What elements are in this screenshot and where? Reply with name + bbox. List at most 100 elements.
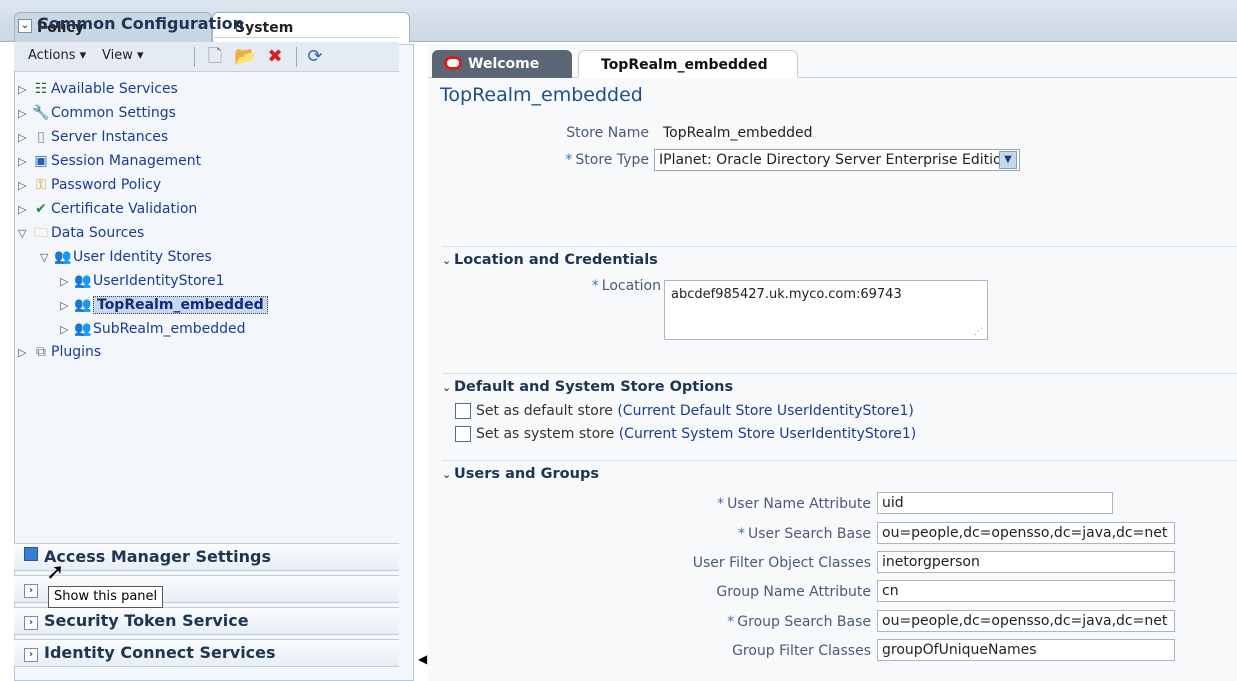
required-marker: * [717, 496, 725, 512]
identity-connect-services-panel[interactable]: › Identity Connect Services [14, 639, 399, 667]
expand-icon[interactable]: ▷ [60, 295, 74, 317]
panel-title: Access Manager Settings [44, 547, 272, 566]
security-token-service-panel[interactable]: › Security Token Service [14, 607, 399, 635]
delete-icon[interactable]: ✖ [264, 46, 286, 68]
chevron-right-icon [24, 547, 38, 561]
store-type-select[interactable]: IPlanet: Oracle Directory Server Enterpr… [654, 149, 1020, 171]
expand-icon[interactable]: ▷ [60, 319, 74, 341]
tree-item-user-identity-stores[interactable]: ▽ 👥User Identity Stores [40, 246, 212, 268]
label-text: Group Search Base [737, 614, 871, 630]
certificate-icon: ✔ [35, 201, 47, 217]
option-note: (Current System Store UserIdentityStore1… [618, 426, 917, 442]
server-icon: ▯ [37, 129, 45, 145]
user-name-attribute-input[interactable]: uid [877, 492, 1113, 514]
collapse-icon[interactable]: ▽ [18, 223, 32, 245]
group-name-attribute-input[interactable]: cn [877, 580, 1175, 602]
option-label: Set as default store [476, 403, 613, 419]
default-store-checkbox[interactable] [455, 403, 471, 419]
content-tabs: Welcome TopRealm_embedded [428, 48, 1237, 78]
section-title: Users and Groups [454, 466, 599, 482]
splitter-collapse-icon[interactable]: ◀ [418, 652, 427, 666]
tree-item-data-sources[interactable]: ▽ 🗀 Data Sources [18, 222, 144, 244]
tree-item-certificate-validation[interactable]: ▷ ✔ Certificate Validation [18, 198, 197, 220]
tree-item-label: Common Settings [51, 105, 176, 121]
label-text: User Search Base [748, 526, 871, 542]
group-filter-classes-input[interactable]: groupOfUniqueNames [877, 639, 1175, 661]
collapse-icon[interactable]: ▽ [40, 247, 54, 269]
location-label: * Location [592, 278, 661, 294]
tree-item-password-policy[interactable]: ▷ ⚿ Password Policy [18, 174, 161, 196]
expand-icon[interactable]: ▷ [18, 342, 32, 364]
users-groups-section[interactable]: ⌄ Users and Groups [442, 460, 1237, 484]
tree-item-subrealm-embedded[interactable]: ▷ 👥SubRealm_embedded [60, 318, 246, 340]
tree-item-available-services[interactable]: ▷ ☷ Available Services [18, 78, 178, 100]
new-icon[interactable]: 🗋 [204, 46, 226, 68]
tree-item-label: Server Instances [51, 129, 169, 145]
group-name-attribute-label: Group Name Attribute [716, 584, 871, 600]
wrench-icon: 🔧 [32, 105, 50, 121]
group-filter-classes-label: Group Filter Classes [732, 643, 871, 659]
group-search-base-input[interactable]: ou=people,dc=opensso,dc=java,dc=net [877, 610, 1175, 632]
refresh-icon[interactable]: ⟳ [304, 46, 326, 68]
toolbar-divider [296, 47, 297, 67]
required-marker: * [727, 614, 735, 630]
tree-item-label: Certificate Validation [51, 201, 198, 217]
location-credentials-section[interactable]: ⌄ Location and Credentials [442, 246, 1237, 270]
expand-icon[interactable]: ▷ [18, 175, 32, 197]
user-search-base-input[interactable]: ou=people,dc=opensso,dc=java,dc=net [877, 522, 1175, 544]
toolbar-divider [194, 47, 195, 67]
chevron-down-icon: ⌄ [442, 468, 452, 481]
tree-item-label: Session Management [51, 153, 202, 169]
section-title: Default and System Store Options [454, 379, 734, 395]
resize-grip-icon[interactable]: ⋰ [974, 327, 983, 337]
tooltip: Show this panel [48, 586, 164, 608]
access-manager-settings-panel[interactable]: Access Manager Settings [14, 543, 399, 571]
user-filter-object-classes-input[interactable]: inetorgperson [877, 551, 1175, 573]
content-pane: Welcome TopRealm_embedded TopRealm_embed… [428, 44, 1237, 681]
key-icon: ⚿ [35, 177, 47, 193]
tree-item-label: Data Sources [51, 225, 145, 241]
tree-item-session-management[interactable]: ▷ ▣ Session Management [18, 150, 201, 172]
select-value: IPlanet: Oracle Directory Server Enterpr… [659, 152, 1011, 168]
label-text: User Name Attribute [727, 496, 871, 512]
users-icon: 👥 [74, 297, 92, 313]
common-configuration-header[interactable]: ⌄ Common Configuration [14, 10, 399, 38]
chevron-down-icon[interactable]: ▼ [999, 151, 1017, 169]
folder-icon: 🗀 [34, 225, 48, 241]
chevron-down-icon: ⌄ [442, 254, 452, 267]
tree-item-common-settings[interactable]: ▷ 🔧Common Settings [18, 102, 176, 124]
page-title: TopRealm_embedded [440, 84, 643, 106]
required-marker: * [565, 152, 573, 168]
chevron-down-icon: ⌄ [18, 19, 32, 33]
option-note: (Current Default Store UserIdentityStore… [617, 403, 914, 419]
expand-icon[interactable]: ▷ [18, 79, 32, 101]
expand-icon[interactable]: ▷ [18, 199, 32, 221]
tree-item-toprealm-embedded[interactable]: ▷ 👥 TopRealm_embedded [60, 294, 268, 316]
oracle-logo-icon [444, 56, 462, 70]
tree-item-server-instances[interactable]: ▷ ▯ Server Instances [18, 126, 168, 148]
navigation-tree: ▷ ☷ Available Services ▷ 🔧Common Settings ▷… [14, 76, 399, 496]
tree-item-useridentitystore1[interactable]: ▷ 👥UserIdentityStore1 [60, 270, 224, 292]
tab-toprealm-embedded[interactable]: TopRealm_embedded [578, 50, 798, 78]
store-type-label: * Store Type [565, 152, 649, 168]
users-icon: 👥 [74, 321, 92, 337]
tree-item-label-selected: TopRealm_embedded [93, 296, 268, 314]
view-menu[interactable]: View ▾ [102, 48, 144, 63]
actions-menu[interactable]: Actions ▾ [28, 48, 86, 63]
expand-icon[interactable]: ▷ [18, 127, 32, 149]
user-name-attribute-label: * User Name Attribute [717, 496, 871, 512]
expand-icon[interactable]: ▷ [60, 271, 74, 293]
expand-icon[interactable]: ▷ [18, 103, 32, 125]
expand-icon[interactable]: ▷ [18, 151, 32, 173]
chevron-right-icon: › [24, 616, 38, 630]
required-marker: * [591, 278, 599, 294]
panel-title: Security Token Service [44, 611, 249, 630]
default-system-store-section[interactable]: ⌄ Default and System Store Options [442, 373, 1237, 397]
tab-welcome[interactable]: Welcome [432, 50, 572, 78]
open-folder-icon[interactable]: 📂 [234, 46, 256, 68]
system-store-checkbox[interactable] [455, 426, 471, 442]
location-textarea[interactable]: abcdef985427.uk.myco.com:69743 ⋰ [664, 280, 988, 340]
tree-item-label: UserIdentityStore1 [93, 273, 225, 289]
tree-item-plugins[interactable]: ▷ ⧉ Plugins [18, 341, 101, 363]
store-name-value: TopRealm_embedded [663, 125, 813, 141]
